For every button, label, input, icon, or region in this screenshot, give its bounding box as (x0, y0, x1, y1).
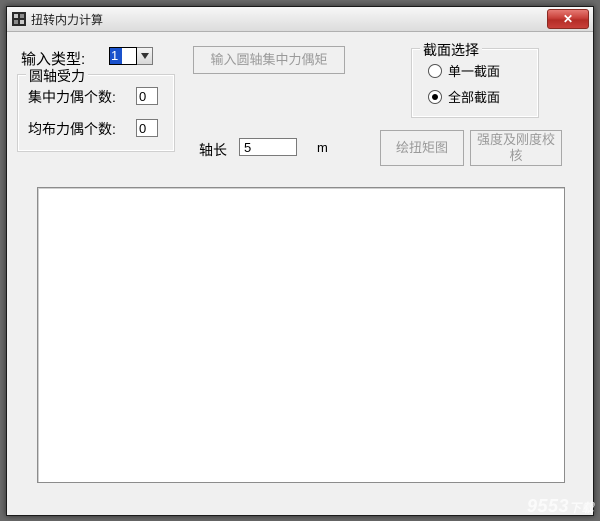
shaft-length-unit: m (317, 140, 328, 155)
radio-all-label: 全部截面 (448, 87, 500, 106)
radio-all-sections[interactable]: 全部截面 (428, 87, 500, 106)
input-torque-button[interactable]: 输入圆轴集中力偶矩 (193, 46, 345, 74)
shaft-force-legend: 圆轴受力 (26, 66, 88, 86)
radio-single-label: 单一截面 (448, 61, 500, 80)
shaft-length-input[interactable] (239, 138, 297, 156)
draw-diagram-label: 绘扭矩图 (396, 140, 448, 156)
distributed-label: 均布力偶个数: (28, 119, 116, 139)
section-select-group: 截面选择 单一截面 全部截面 (411, 48, 539, 118)
close-button[interactable]: ✕ (547, 9, 589, 29)
title-bar: 扭转内力计算 ✕ (7, 7, 593, 32)
close-icon: ✕ (563, 12, 573, 26)
distributed-input[interactable] (136, 119, 158, 137)
window-title: 扭转内力计算 (31, 11, 103, 28)
radio-icon (428, 64, 442, 78)
radio-single-section[interactable]: 单一截面 (428, 61, 500, 80)
radio-icon (428, 90, 442, 104)
app-window: 扭转内力计算 ✕ 输入类型: 1 输入圆轴集中力偶矩 圆轴受力 集中力偶个数: … (6, 6, 594, 516)
input-type-combo[interactable]: 1 (109, 47, 153, 65)
section-select-legend: 截面选择 (420, 40, 482, 60)
draw-diagram-button[interactable]: 绘扭矩图 (380, 130, 464, 166)
drawing-canvas (37, 187, 565, 483)
strength-check-button[interactable]: 强度及刚度校核 (470, 130, 562, 166)
shaft-force-group: 圆轴受力 集中力偶个数: 均布力偶个数: (17, 74, 175, 152)
app-icon (11, 11, 27, 27)
shaft-length-label: 轴长 (199, 140, 227, 160)
client-area: 输入类型: 1 输入圆轴集中力偶矩 圆轴受力 集中力偶个数: 均布力偶个数: 截… (7, 32, 593, 515)
input-torque-label: 输入圆轴集中力偶矩 (210, 52, 327, 68)
concentrated-label: 集中力偶个数: (28, 87, 116, 107)
concentrated-input[interactable] (136, 87, 158, 105)
strength-check-label: 强度及刚度校核 (471, 132, 561, 163)
chevron-down-icon[interactable] (137, 47, 153, 65)
